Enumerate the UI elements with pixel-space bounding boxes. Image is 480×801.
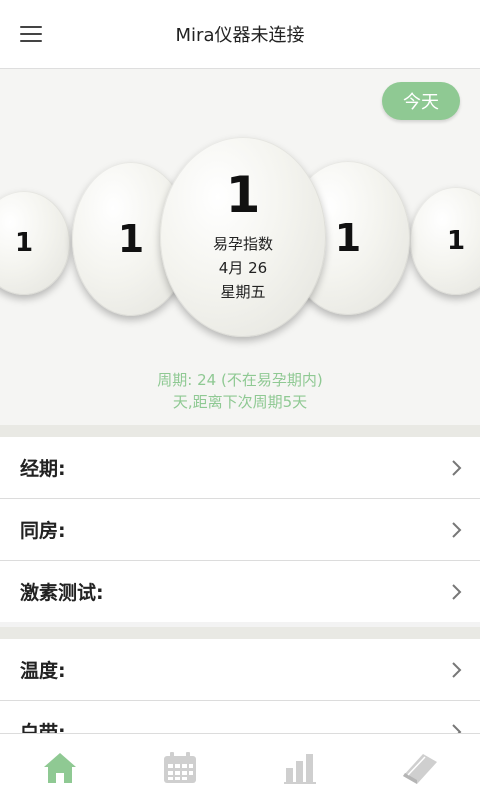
chevron-right-icon — [452, 583, 462, 600]
selected-date: 4月 26 — [218, 259, 268, 277]
tab-home[interactable] — [0, 734, 120, 801]
fertility-egg-far-left[interactable]: 1 — [0, 191, 70, 295]
chevron-right-icon — [452, 661, 462, 678]
cycle-status: 周期: 24 (不在易孕期内) 天,距离下次周期5天 — [0, 369, 480, 413]
intercourse-row[interactable]: 同房: — [0, 499, 480, 561]
home-icon — [44, 752, 76, 783]
section-divider — [0, 627, 480, 639]
next-cycle-text: 天,距离下次周期5天 — [172, 393, 308, 411]
top-bar: Mira仪器未连接 — [0, 0, 480, 69]
book-icon — [403, 753, 437, 784]
fertility-carousel: 今天 1 1 1 1 1 易孕指数 4月 26 星期五 周期: 24 (不在易孕… — [0, 69, 480, 425]
section-divider — [0, 425, 480, 437]
hamburger-menu-icon[interactable] — [18, 22, 46, 46]
period-row[interactable]: 经期: — [0, 437, 480, 499]
selected-weekday: 星期五 — [220, 283, 266, 301]
tab-calendar[interactable] — [120, 734, 240, 801]
cycle-day-text: 周期: 24 (不在易孕期内) — [157, 371, 323, 389]
tab-knowledge[interactable] — [360, 734, 480, 801]
fertility-index-label: 易孕指数 — [212, 235, 273, 253]
bar-chart-icon — [284, 753, 316, 784]
log-section-primary: 经期: 同房: 激素测试: — [0, 437, 480, 622]
fertility-egg-far-right[interactable]: 1 — [410, 187, 480, 295]
chevron-right-icon — [452, 521, 462, 538]
today-button[interactable]: 今天 — [382, 82, 460, 120]
bottom-tab-bar — [0, 733, 480, 801]
fertility-index-value: 1 — [225, 166, 261, 224]
chevron-right-icon — [452, 459, 462, 476]
temperature-row[interactable]: 温度: — [0, 639, 480, 701]
fertility-egg-selected[interactable]: 1 易孕指数 4月 26 星期五 — [160, 137, 326, 337]
tab-statistics[interactable] — [240, 734, 360, 801]
page-title: Mira仪器未连接 — [175, 25, 305, 46]
hormone-test-row[interactable]: 激素测试: — [0, 561, 480, 622]
calendar-icon — [164, 751, 196, 783]
